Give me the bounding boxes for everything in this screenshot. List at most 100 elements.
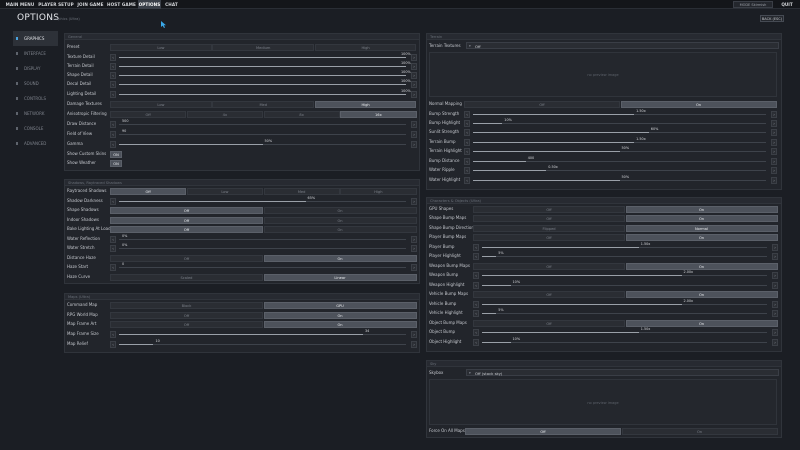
terrain-sunlit-strength-slider[interactable]: ‹ 60% › bbox=[464, 127, 777, 136]
general-anisotropic-option[interactable]: Off bbox=[110, 110, 187, 118]
slider-track[interactable] bbox=[482, 312, 767, 314]
slider-track[interactable] bbox=[473, 141, 766, 143]
increment-icon[interactable]: › bbox=[771, 157, 777, 165]
increment-icon[interactable]: › bbox=[411, 340, 417, 348]
slider-track[interactable] bbox=[119, 200, 406, 202]
increment-icon[interactable]: › bbox=[772, 338, 778, 346]
slider-track[interactable] bbox=[473, 150, 766, 152]
increment-icon[interactable]: › bbox=[772, 281, 778, 289]
shadows-raytraced-option[interactable]: Med bbox=[263, 187, 340, 195]
general-anisotropic-option[interactable]: 16x bbox=[340, 110, 417, 118]
slider-track[interactable] bbox=[482, 274, 767, 276]
slider-track[interactable] bbox=[119, 65, 406, 67]
bumpmaps-weapon-bump-maps-option[interactable]: Off bbox=[473, 262, 625, 270]
nav-options[interactable]: OPTIONS bbox=[138, 0, 161, 9]
decrement-icon[interactable]: ‹ bbox=[473, 309, 479, 317]
nav-join-game[interactable]: JOIN GAME bbox=[76, 0, 105, 9]
decrement-icon[interactable]: ‹ bbox=[110, 263, 116, 271]
decrement-icon[interactable]: ‹ bbox=[473, 281, 479, 289]
increment-icon[interactable]: › bbox=[411, 80, 417, 88]
shadows-indoor-shadows-option[interactable]: Off bbox=[110, 216, 263, 224]
terrain-terrain-highlight-slider[interactable]: ‹ 50% › bbox=[464, 146, 777, 155]
slider-track[interactable] bbox=[482, 255, 767, 257]
bumpmaps-vehicle-highlight-slider[interactable]: ‹ 5% › bbox=[473, 308, 778, 317]
skybox-dropdown[interactable]: ▾ Off (stock sky) bbox=[466, 369, 779, 376]
sidebar-item-graphics[interactable]: GRAPHICS bbox=[13, 31, 58, 46]
bumpmaps-weapon-bump-maps-option[interactable]: On bbox=[625, 262, 778, 270]
shadows-haze-curve-option[interactable]: Linear bbox=[263, 273, 417, 281]
increment-icon[interactable]: › bbox=[771, 176, 777, 184]
sky-force-on-all-maps-option[interactable]: On bbox=[621, 427, 778, 435]
sidebar-item-controls[interactable]: CONTROLS bbox=[13, 91, 58, 106]
general-preset-option[interactable]: Low bbox=[110, 43, 212, 51]
sidebar-item-advanced[interactable]: ADVANCED bbox=[13, 136, 58, 151]
bumpmaps-shape-bump-maps-option[interactable]: Off bbox=[473, 214, 625, 222]
decrement-icon[interactable]: ‹ bbox=[110, 340, 116, 348]
slider-track[interactable] bbox=[473, 169, 766, 171]
bumpmaps-player-bump-maps-option[interactable]: Off bbox=[473, 233, 625, 241]
slider-track[interactable] bbox=[119, 247, 406, 249]
increment-icon[interactable]: › bbox=[772, 271, 778, 279]
increment-icon[interactable]: › bbox=[411, 120, 417, 128]
shadows-indoor-shadows-option[interactable]: On bbox=[263, 216, 417, 224]
nav-host-game[interactable]: HOST GAME bbox=[107, 0, 136, 9]
general-anisotropic-option[interactable]: 8x bbox=[263, 110, 340, 118]
slider-track[interactable] bbox=[482, 303, 767, 305]
general-show-custom-skins-toggle[interactable]: ON bbox=[110, 150, 122, 158]
shadows-darkness-slider[interactable]: ‹ 65% › bbox=[110, 196, 417, 205]
slider-track[interactable] bbox=[119, 123, 406, 125]
slider-track[interactable] bbox=[473, 131, 766, 133]
bumpmaps-object-bump-maps-option[interactable]: On bbox=[625, 319, 778, 327]
increment-icon[interactable]: › bbox=[771, 119, 777, 127]
general-field-of-view-slider[interactable]: ‹ 90 › bbox=[110, 129, 417, 138]
bumpmaps-weapon-bump-slider[interactable]: ‹ 2.00x › bbox=[473, 270, 778, 279]
slider-track[interactable] bbox=[482, 331, 767, 333]
general-draw-distance-slider[interactable]: ‹ 500 › bbox=[110, 119, 417, 128]
terrain-water-highlight-slider[interactable]: ‹ 50% › bbox=[464, 175, 777, 184]
general-damage-textures-option[interactable]: Low bbox=[110, 100, 212, 108]
decrement-icon[interactable]: ‹ bbox=[464, 119, 470, 127]
slider-track[interactable] bbox=[119, 333, 406, 335]
general-texture-detail-slider[interactable]: ‹ 100% › bbox=[110, 52, 417, 61]
decrement-icon[interactable]: ‹ bbox=[464, 128, 470, 136]
bumpmaps-shape-bump-direction-option[interactable]: Normal bbox=[625, 224, 778, 232]
terrain-normal-mapping-option[interactable]: Off bbox=[464, 100, 620, 108]
bumpmaps-player-bump-maps-option[interactable]: On bbox=[625, 233, 778, 241]
maps-command-map-option[interactable]: GPU bbox=[263, 301, 417, 309]
back-button[interactable]: BACK (ESC) bbox=[760, 15, 784, 22]
increment-icon[interactable]: › bbox=[411, 62, 417, 70]
decrement-icon[interactable]: ‹ bbox=[464, 157, 470, 165]
slider-track[interactable] bbox=[119, 143, 406, 145]
increment-icon[interactable]: › bbox=[772, 300, 778, 308]
shadows-haze-curve-option[interactable]: Scaled bbox=[110, 273, 263, 281]
bumpmaps-player-highlight-slider[interactable]: ‹ 5% › bbox=[473, 251, 778, 260]
bumpmaps-gpu-shapes-option[interactable]: Off bbox=[473, 205, 625, 213]
shadows-raytraced-option[interactable]: Off bbox=[110, 187, 187, 195]
nav-main-menu[interactable]: MAIN MENU bbox=[4, 0, 36, 9]
increment-icon[interactable]: › bbox=[771, 128, 777, 136]
general-preset-option[interactable]: Medium bbox=[212, 43, 315, 51]
decrement-icon[interactable]: ‹ bbox=[110, 120, 116, 128]
shadows-bake-lighting-option[interactable]: On bbox=[263, 225, 417, 233]
quit-button[interactable]: QUIT bbox=[777, 0, 797, 9]
increment-icon[interactable]: › bbox=[771, 110, 777, 118]
bumpmaps-weapon-highlight-slider[interactable]: ‹ 10% › bbox=[473, 280, 778, 289]
general-preset-option[interactable]: High bbox=[314, 43, 417, 51]
slider-track[interactable] bbox=[473, 160, 766, 162]
general-damage-textures-option[interactable]: High bbox=[314, 100, 417, 108]
slider-track[interactable] bbox=[119, 56, 406, 58]
decrement-icon[interactable]: ‹ bbox=[473, 243, 479, 251]
decrement-icon[interactable]: ‹ bbox=[110, 53, 116, 61]
increment-icon[interactable]: › bbox=[772, 243, 778, 251]
maps-rpg-world-map-option[interactable]: On bbox=[263, 311, 417, 319]
decrement-icon[interactable]: ‹ bbox=[464, 138, 470, 146]
nav-chat[interactable]: CHAT bbox=[163, 0, 180, 9]
terrain-water-ripple-slider[interactable]: ‹ 0.50x › bbox=[464, 165, 777, 174]
shadows-distance-haze-option[interactable]: Off bbox=[110, 254, 263, 262]
increment-icon[interactable]: › bbox=[411, 71, 417, 79]
slider-track[interactable] bbox=[119, 238, 406, 240]
slider-track[interactable] bbox=[119, 74, 406, 76]
bumpmaps-shape-bump-maps-option[interactable]: On bbox=[625, 214, 778, 222]
slider-track[interactable] bbox=[473, 113, 766, 115]
shadows-distance-haze-option[interactable]: On bbox=[263, 254, 417, 262]
